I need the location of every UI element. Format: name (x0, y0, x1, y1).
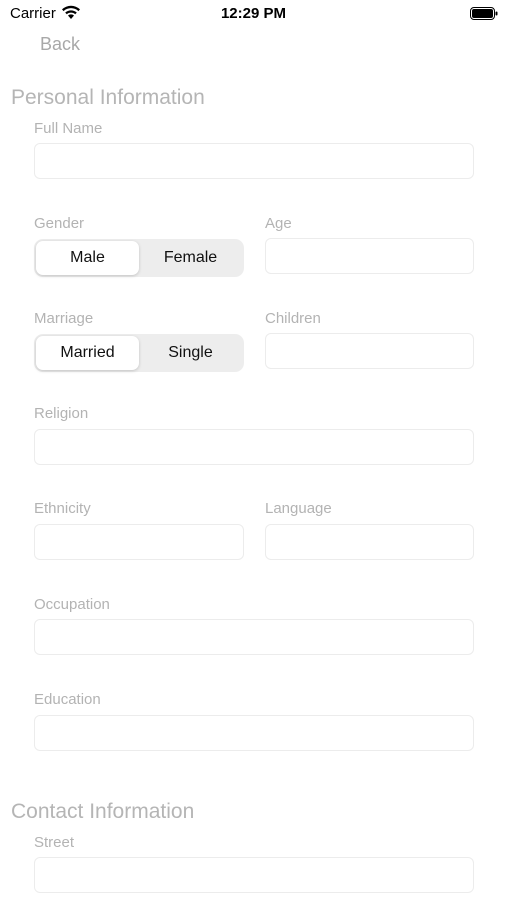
status-time: 12:29 PM (220, 5, 287, 22)
gender-option-male[interactable]: Male (36, 241, 139, 275)
gender-label: Gender (34, 215, 85, 232)
marriage-segmented-control: Married Single (34, 334, 244, 372)
children-label: Children (265, 310, 321, 327)
marriage-option-single[interactable]: Single (139, 336, 242, 370)
full-name-input[interactable] (34, 143, 474, 179)
street-label: Street (34, 834, 75, 851)
ethnicity-input[interactable] (34, 524, 244, 560)
language-input[interactable] (265, 524, 474, 560)
religion-input[interactable] (34, 429, 474, 465)
gender-segmented-control: Male Female (34, 239, 244, 277)
religion-label: Religion (34, 405, 89, 422)
street-input[interactable] (34, 857, 474, 893)
occupation-label: Occupation (34, 596, 110, 613)
marriage-label: Marriage (34, 310, 94, 327)
age-label: Age (265, 215, 292, 232)
education-input[interactable] (34, 715, 474, 751)
language-label: Language (265, 500, 332, 517)
children-input[interactable] (265, 333, 474, 369)
section-title-personal: Personal Information (11, 86, 205, 109)
age-input[interactable] (265, 238, 474, 274)
full-name-label: Full Name (34, 120, 103, 137)
education-label: Education (34, 691, 101, 708)
battery-icon (470, 7, 498, 20)
back-button[interactable]: Back (40, 34, 80, 55)
section-title-contact: Contact Information (11, 800, 195, 823)
marriage-option-married[interactable]: Married (36, 336, 139, 370)
ethnicity-label: Ethnicity (34, 500, 91, 517)
gender-option-female[interactable]: Female (139, 241, 242, 275)
occupation-input[interactable] (34, 619, 474, 655)
